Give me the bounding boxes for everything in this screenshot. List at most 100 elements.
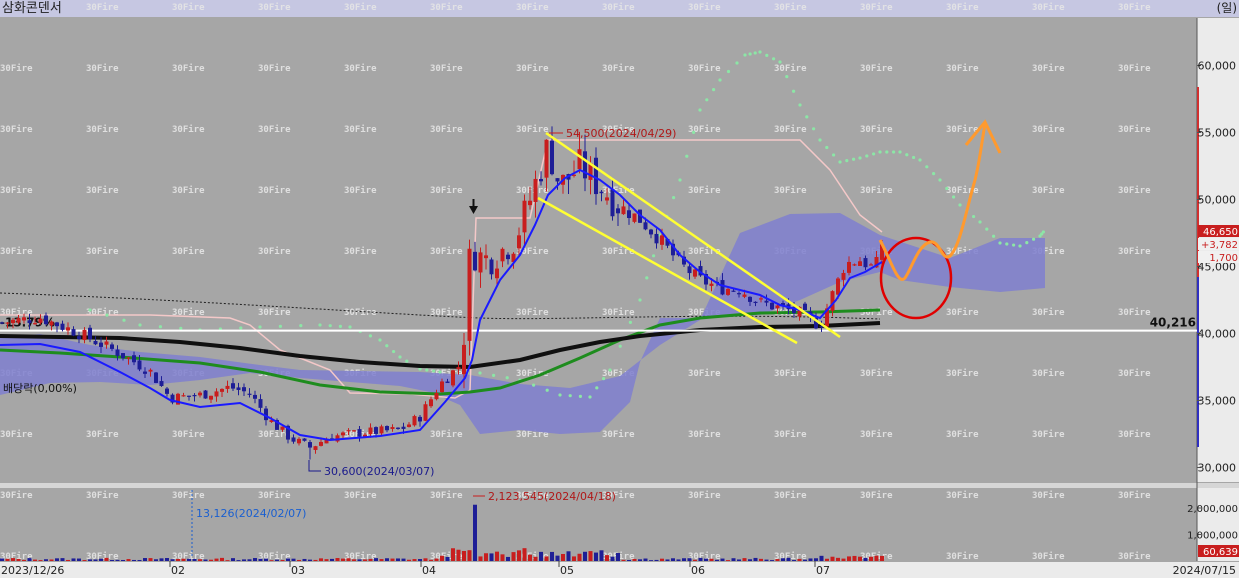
volume-bar [412,559,417,561]
watermark-text: 30Fire [860,368,893,379]
watermark-text: 30Fire [344,185,377,196]
lagging-dot [1025,241,1029,245]
volume-bar [687,558,692,561]
watermark-text: 30Fire [1032,2,1065,13]
watermark-text: 30Fire [430,429,463,440]
volume-bar [93,559,98,561]
lagging-dot [992,234,996,238]
candle-up [423,404,428,421]
watermark-text: 30Fire [430,2,463,13]
lagging-dot [798,103,802,107]
candle-down [121,353,125,359]
volume-bar [522,548,527,561]
lagging-dot [698,108,702,112]
volume-bar [137,559,142,561]
volume-bar [753,557,758,561]
volume-bar [49,559,54,561]
candle-up [225,385,230,389]
volume-bar [858,556,862,561]
lagging-dot [239,326,243,330]
lagging-dot [945,186,949,191]
lagging-dot [712,88,716,92]
lagging-dot [925,165,929,169]
watermark-text: 30Fire [688,2,721,13]
candle-down [60,323,65,330]
candle-up [11,319,15,324]
watermark-text: 30Fire [1032,307,1065,318]
watermark-text: 30Fire [516,124,549,135]
lagging-dot [638,298,642,302]
volume-bar [451,548,455,561]
lagging-dot [845,159,849,163]
volume-bar [660,558,664,561]
candle-down [401,426,406,429]
lagging-dot [432,369,436,373]
volume-bar [264,558,268,561]
candle-up [660,235,664,245]
volume-bar [880,555,884,561]
volume-bar [396,558,400,561]
candle-down [737,293,741,295]
candle-down [187,395,191,397]
candle-up [198,392,202,396]
watermark-text: 30Fire [430,307,463,318]
chart-canvas[interactable]: 30Fire 30Fire 30Fire 30Fire 30Fire 30Fire 30Fi… [0,0,1239,578]
candle-down [627,210,631,219]
volume-bar [429,559,433,561]
date-tick-label: 07 [816,564,830,577]
candle-down [302,438,307,441]
candle-up [82,329,87,341]
candle-down [418,416,422,422]
watermark-text: 30Fire [1118,2,1151,13]
price-tick-label: 40,000 [1198,328,1237,341]
volume-bar [214,558,219,561]
lagging-dot [838,160,842,164]
candle-up [836,278,840,295]
watermark-text: 30Fire [516,2,549,13]
lagging-dot [588,395,592,399]
lagging-dot [932,172,936,176]
watermark-text: 30Fire [0,429,33,440]
lagging-dot [532,383,536,387]
candle-up [280,426,285,430]
candle-down [770,302,774,310]
candle-up [346,430,351,432]
watermark-text: 30Fire [774,429,807,440]
candle-up [33,323,37,325]
volume-bar [357,559,362,561]
volume-bar [22,559,26,561]
date-tick-label: 06 [691,564,705,577]
watermark-text: 30Fire [516,185,549,196]
lagging-dot [772,57,776,61]
lagging-dot [138,323,142,327]
volume-bar [192,558,197,561]
volume-bar [324,559,329,561]
watermark-text: 30Fire [1032,551,1065,562]
candle-down [247,393,252,395]
volume-bar [335,558,340,561]
watermark-text: 30Fire [86,307,119,318]
lagging-dot [672,196,676,200]
lagging-dot [978,220,982,224]
candle-down [643,222,648,230]
volume-high-annotation: 2,123,545(2024/04/18) [488,490,616,503]
lagging-dot [872,152,876,156]
lagging-dot [1005,242,1009,246]
watermark-text: 30Fire [1118,124,1151,135]
volume-bar [225,560,230,561]
volume-bar [874,555,879,561]
date-tick-label: 2024/07/15 [1173,564,1236,577]
volume-bar [77,558,81,561]
lagging-dot [678,178,682,182]
volume-bar [280,559,285,561]
candle-up [319,441,323,446]
volume-bar [786,557,791,561]
axis-scale-bar-down [1197,277,1199,447]
lagging-dot [685,154,689,158]
volume-bar [187,558,191,561]
lagging-dot [905,153,909,157]
volume-bar [258,558,263,561]
candle-up [632,213,637,222]
volume-bar [544,556,549,561]
volume-bar [55,558,59,561]
